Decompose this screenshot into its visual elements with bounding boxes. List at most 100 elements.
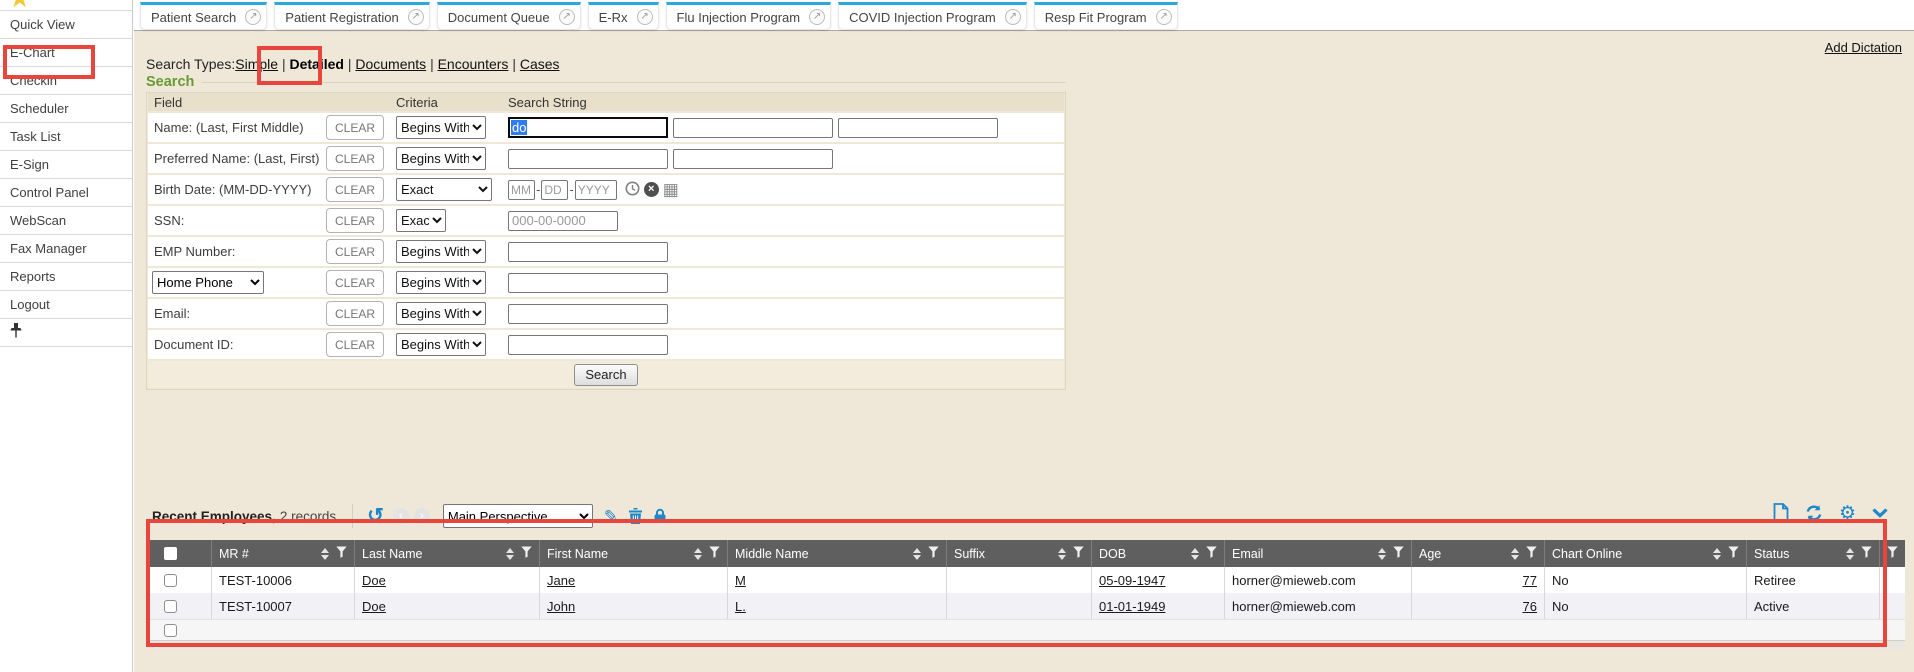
sidebar-pin-item[interactable] <box>0 319 132 347</box>
preferred-criteria-select[interactable]: Begins With <box>396 147 486 170</box>
sort-icon[interactable] <box>913 548 921 560</box>
name-criteria-select[interactable]: Begins With <box>396 116 486 139</box>
filter-funnel-icon[interactable] <box>1393 546 1404 561</box>
filter-funnel-icon[interactable] <box>928 546 939 561</box>
cell-last-name[interactable]: Doe <box>355 567 540 593</box>
clear-button[interactable]: CLEAR <box>326 208 384 233</box>
table-row[interactable]: TEST-10006 Doe Jane M 05-09-1947 horner@… <box>150 567 1905 593</box>
preferred-first-input[interactable] <box>673 149 833 169</box>
sort-icon[interactable] <box>1846 548 1854 560</box>
email-input[interactable] <box>508 304 668 324</box>
filter-funnel-icon[interactable] <box>336 546 347 561</box>
filter-funnel-icon[interactable] <box>521 546 532 561</box>
app-tab[interactable]: Resp Fit Program ↗ <box>1034 2 1178 30</box>
clear-button[interactable]: CLEAR <box>326 301 384 326</box>
edit-pencil-icon[interactable]: ✎ <box>604 508 618 525</box>
name-middle-input[interactable] <box>838 118 998 138</box>
cell-first-name[interactable]: Jane <box>540 567 728 593</box>
clear-button[interactable]: CLEAR <box>326 146 384 171</box>
clear-button[interactable]: CLEAR <box>326 177 384 202</box>
search-type-cases[interactable]: Cases <box>520 56 560 72</box>
sidebar-item[interactable]: Quick View <box>0 11 132 39</box>
sidebar-item[interactable]: E-Sign <box>0 151 132 179</box>
sort-icon[interactable] <box>1378 548 1386 560</box>
document-id-input[interactable] <box>508 335 668 355</box>
search-type-encounters[interactable]: Encounters <box>438 56 509 72</box>
sidebar-item[interactable]: Reports <box>0 263 132 291</box>
filter-funnel-icon[interactable] <box>1887 546 1898 561</box>
grid-filter-cell[interactable] <box>1880 540 1905 567</box>
phone-input[interactable] <box>508 273 668 293</box>
clear-button[interactable]: CLEAR <box>326 270 384 295</box>
clear-button[interactable]: CLEAR <box>326 239 384 264</box>
external-link-icon[interactable]: ↗ <box>408 9 424 25</box>
filter-funnel-icon[interactable] <box>1206 546 1217 561</box>
name-last-input[interactable]: do <box>508 117 668 138</box>
sidebar-item[interactable]: Checkin <box>0 67 132 95</box>
row-checkbox[interactable] <box>164 600 177 613</box>
cell-last-name[interactable]: Doe <box>355 593 540 619</box>
birth-month-input[interactable] <box>508 180 535 200</box>
app-tab[interactable]: COVID Injection Program ↗ <box>838 2 1027 30</box>
cell-dob[interactable]: 05-09-1947 <box>1092 567 1225 593</box>
clear-button[interactable]: CLEAR <box>326 115 384 140</box>
sidebar-item[interactable]: Fax Manager <box>0 235 132 263</box>
sort-icon[interactable] <box>1058 548 1066 560</box>
row-checkbox[interactable] <box>164 574 177 587</box>
search-type-detailed[interactable]: Detailed <box>289 56 343 72</box>
table-row[interactable]: TEST-10007 Doe John L. 01-01-1949 horner… <box>150 593 1905 619</box>
emp-number-input[interactable] <box>508 242 668 262</box>
cell-first-name[interactable]: John <box>540 593 728 619</box>
phone-type-select[interactable]: Home Phone <box>152 271 264 294</box>
footer-checkbox[interactable] <box>164 624 177 637</box>
sidebar-item[interactable]: Scheduler <box>0 95 132 123</box>
sidebar-item[interactable]: Task List <box>0 123 132 151</box>
undo-icon[interactable]: ↺ <box>367 506 384 526</box>
cell-middle-name[interactable]: M <box>728 567 947 593</box>
grid-column-header[interactable]: Email <box>1225 540 1412 567</box>
clear-button[interactable]: CLEAR <box>326 332 384 357</box>
search-type-documents[interactable]: Documents <box>355 56 426 72</box>
grid-column-header[interactable]: Age <box>1412 540 1545 567</box>
sidebar-item[interactable]: Control Panel <box>0 179 132 207</box>
birth-year-input[interactable] <box>575 180 617 200</box>
sort-icon[interactable] <box>1511 548 1519 560</box>
cell-dob[interactable]: 01-01-1949 <box>1092 593 1225 619</box>
preferred-last-input[interactable] <box>508 149 668 169</box>
filter-funnel-icon[interactable] <box>1728 546 1739 561</box>
sidebar-item[interactable]: WebScan <box>0 207 132 235</box>
search-button[interactable]: Search <box>574 364 637 386</box>
grid-column-header[interactable]: MR # <box>212 540 355 567</box>
email-criteria-select[interactable]: Begins With <box>396 302 486 325</box>
select-all-checkbox[interactable] <box>164 547 177 560</box>
external-link-icon[interactable]: ↗ <box>559 9 575 25</box>
docid-criteria-select[interactable]: Begins With <box>396 333 486 356</box>
emp-criteria-select[interactable]: Begins With <box>396 240 486 263</box>
grid-column-header[interactable]: Middle Name <box>728 540 947 567</box>
external-link-icon[interactable]: ↗ <box>637 9 653 25</box>
birth-day-input[interactable] <box>541 180 568 200</box>
gear-icon[interactable]: ⚙ <box>1839 504 1856 523</box>
sort-icon[interactable] <box>1191 548 1199 560</box>
external-link-icon[interactable]: ↗ <box>1156 9 1172 25</box>
phone-criteria-select[interactable]: Begins With <box>396 271 486 294</box>
sidebar-item[interactable]: Logout <box>0 291 132 319</box>
filter-funnel-icon[interactable] <box>1861 546 1872 561</box>
grid-column-header[interactable]: Last Name <box>355 540 540 567</box>
external-link-icon[interactable]: ↗ <box>245 9 261 25</box>
filter-funnel-icon[interactable] <box>1073 546 1084 561</box>
grid-column-header[interactable]: Suffix <box>947 540 1092 567</box>
chevron-down-icon[interactable] <box>1872 508 1888 519</box>
cell-middle-name[interactable]: L. <box>728 593 947 619</box>
ssn-input[interactable] <box>508 211 618 231</box>
refresh-icon[interactable] <box>1805 504 1823 522</box>
search-type-simple[interactable]: Simple <box>235 56 278 72</box>
perspective-select[interactable]: Main Perspective <box>443 504 593 528</box>
filter-funnel-icon[interactable] <box>709 546 720 561</box>
sort-icon[interactable] <box>506 548 514 560</box>
app-tab[interactable]: Document Queue ↗ <box>437 2 581 30</box>
clear-date-icon[interactable]: × <box>644 182 659 197</box>
clock-icon[interactable] <box>625 181 640 199</box>
grid-column-header[interactable]: DOB <box>1092 540 1225 567</box>
calendar-icon[interactable]: ▦ <box>663 182 679 197</box>
